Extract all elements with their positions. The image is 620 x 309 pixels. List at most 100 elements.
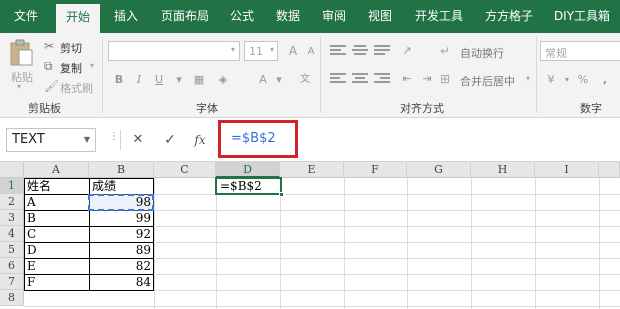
cell-b6[interactable]: 82 <box>89 258 154 274</box>
name-box[interactable]: TEXT ▼ <box>6 128 96 152</box>
increase-indent-icon[interactable]: ⇥ <box>418 70 436 88</box>
align-left-icon[interactable] <box>330 73 346 85</box>
tab-diy-toolbox[interactable]: DIY工具箱 <box>548 0 616 33</box>
drag-handle-icon[interactable]: ⋮ <box>109 131 119 142</box>
enter-icon[interactable]: ✓ <box>160 129 180 151</box>
align-top-icon[interactable] <box>330 45 346 57</box>
cell-a1[interactable]: 姓名 <box>24 178 89 194</box>
column-header-overflow[interactable] <box>599 162 620 178</box>
align-right-icon[interactable] <box>374 73 390 85</box>
font-size-select[interactable]: 11 ▾ <box>244 41 278 61</box>
column-header-a[interactable]: A <box>24 162 89 178</box>
font-name-select[interactable]: ▾ <box>108 41 240 61</box>
grow-font-button[interactable]: A <box>284 42 302 60</box>
formula-input[interactable]: =$B$2 <box>218 120 298 158</box>
group-divider <box>102 37 103 113</box>
tab-developer[interactable]: 开发工具 <box>408 0 470 33</box>
column-header-e[interactable]: E <box>280 162 344 178</box>
cell-b2[interactable]: 98 <box>89 194 154 210</box>
cell-a2[interactable]: A <box>24 194 89 210</box>
column-header-i[interactable]: I <box>535 162 599 178</box>
copy-button[interactable]: ⧉ 复制 ▾ <box>44 59 100 75</box>
tab-data[interactable]: 数据 <box>268 0 308 33</box>
align-middle-icon[interactable] <box>352 45 368 57</box>
number-format-select[interactable]: 常规 <box>540 41 620 61</box>
fill-handle[interactable] <box>279 192 284 197</box>
cancel-icon[interactable]: ✕ <box>128 129 148 151</box>
row-header-5[interactable]: 5 <box>0 242 24 258</box>
cell-a7[interactable]: F <box>24 274 89 290</box>
row-header-8[interactable]: 8 <box>0 290 24 306</box>
shrink-font-button[interactable]: A <box>302 43 320 61</box>
merge-center-label: 合并后居中 <box>460 75 515 88</box>
tab-insert[interactable]: 插入 <box>106 0 146 33</box>
scissors-icon: ✂ <box>44 39 55 53</box>
cell-b1[interactable]: 成绩 <box>89 178 154 194</box>
merge-center-button[interactable]: ⊞ 合并后居中 ▾ <box>440 71 536 89</box>
cell-b7[interactable]: 84 <box>89 274 154 290</box>
tab-file[interactable]: 文件 <box>4 0 48 33</box>
active-cell-d1[interactable]: =$B$2 <box>215 177 284 197</box>
insert-function-icon[interactable]: fx <box>190 129 210 151</box>
format-painter-label: 格式刷 <box>60 82 93 95</box>
column-header-d[interactable]: D <box>216 162 280 178</box>
row-header-1[interactable]: 1 <box>0 178 24 194</box>
phonetic-icon[interactable]: 文 <box>296 71 314 89</box>
chevron-down-icon: ▾ <box>526 74 531 83</box>
tab-home[interactable]: 开始 <box>56 4 100 33</box>
select-all-corner[interactable] <box>0 162 24 178</box>
cell-a6[interactable]: E <box>24 258 89 274</box>
tab-review[interactable]: 审阅 <box>314 0 354 33</box>
tab-view[interactable]: 视图 <box>360 0 400 33</box>
row-header-4[interactable]: 4 <box>0 226 24 242</box>
merge-icon: ⊞ <box>440 72 451 86</box>
percent-button[interactable]: % <box>574 71 592 89</box>
chevron-down-icon: ▾ <box>230 45 235 54</box>
cell-d1-content: =$B$2 <box>220 179 262 193</box>
cell-b4[interactable]: 92 <box>89 226 154 242</box>
underline-button[interactable]: U <box>150 71 168 89</box>
column-header-f[interactable]: F <box>344 162 407 178</box>
name-box-value: TEXT <box>12 132 45 147</box>
cell-a3[interactable]: B <box>24 210 89 226</box>
paste-button[interactable]: 粘贴 ▾ <box>6 37 36 93</box>
wrap-text-icon: ↵ <box>440 44 451 58</box>
row-header-6[interactable]: 6 <box>0 258 24 274</box>
decrease-indent-icon[interactable]: ⇤ <box>398 70 416 88</box>
fill-color-icon[interactable]: ◈ <box>214 71 232 89</box>
copy-label: 复制 <box>60 62 82 75</box>
italic-button[interactable]: I <box>130 71 148 89</box>
column-header-h[interactable]: H <box>471 162 535 178</box>
row-header-7[interactable]: 7 <box>0 274 24 290</box>
cell-a4[interactable]: C <box>24 226 89 242</box>
number-format-value: 常规 <box>545 47 567 60</box>
tab-page-layout[interactable]: 页面布局 <box>154 0 216 33</box>
tab-fangfang-gezi[interactable]: 方方格子 <box>478 0 540 33</box>
wrap-text-label: 自动换行 <box>460 47 504 60</box>
column-header-b[interactable]: B <box>89 162 154 178</box>
font-color-dropdown-icon[interactable]: ▾ <box>270 71 288 89</box>
bold-button[interactable]: B <box>110 71 128 89</box>
comma-button[interactable]: , <box>596 71 614 89</box>
format-painter-button[interactable]: 🖌 格式刷 <box>44 79 100 95</box>
chevron-down-icon[interactable]: ▼ <box>84 129 90 151</box>
cell-a5[interactable]: D <box>24 242 89 258</box>
paste-label: 粘贴 <box>11 71 33 84</box>
tab-formulas[interactable]: 公式 <box>222 0 262 33</box>
cell-b3[interactable]: 99 <box>89 210 154 226</box>
cut-button[interactable]: ✂ 剪切 <box>44 39 90 55</box>
row-header-2[interactable]: 2 <box>0 194 24 210</box>
column-header-g[interactable]: G <box>407 162 471 178</box>
cut-label: 剪切 <box>60 42 82 55</box>
underline-dropdown-icon[interactable]: ▾ <box>170 71 188 89</box>
orientation-icon[interactable]: ↗ <box>398 42 416 60</box>
row-header-3[interactable]: 3 <box>0 210 24 226</box>
wrap-text-button[interactable]: ↵ 自动换行 <box>440 43 530 61</box>
cell-b5[interactable]: 89 <box>89 242 154 258</box>
borders-icon[interactable]: ▦ <box>190 71 208 89</box>
align-bottom-icon[interactable] <box>374 45 390 57</box>
align-center-icon[interactable] <box>352 73 368 85</box>
group-divider <box>320 37 321 113</box>
font-size-value: 11 <box>249 45 263 58</box>
column-header-c[interactable]: C <box>154 162 216 178</box>
